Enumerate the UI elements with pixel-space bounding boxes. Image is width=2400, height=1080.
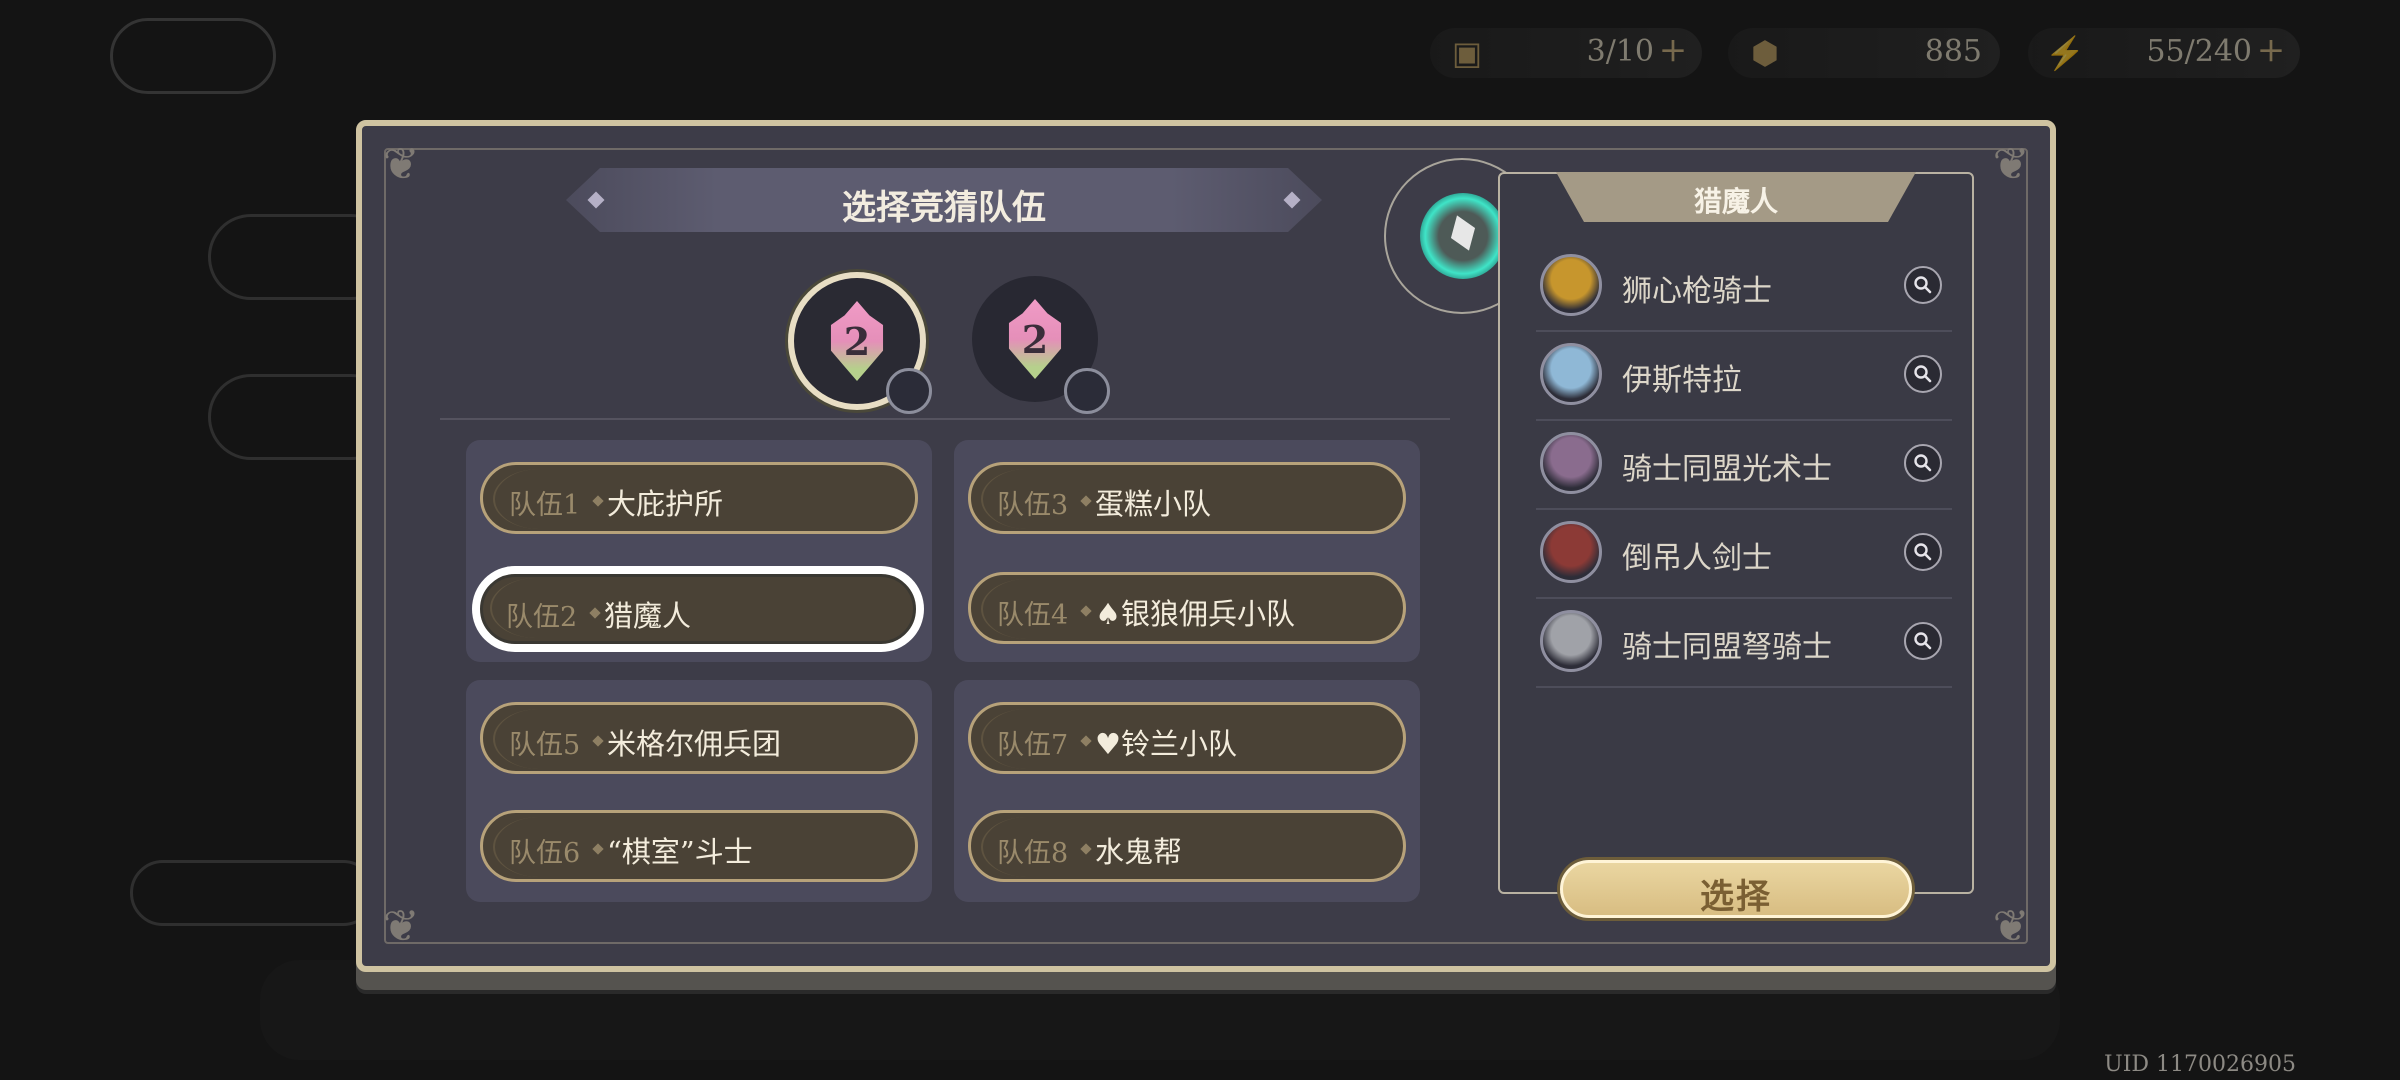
- title-ribbon: 选择竞猜队伍: [566, 168, 1322, 232]
- corner-ornament-icon: ❦: [1992, 139, 2030, 190]
- search-icon[interactable]: [1904, 533, 1942, 571]
- team-name: 大庇护所: [607, 487, 724, 521]
- badge-indicator-dot: [886, 368, 932, 414]
- badge-indicator-dot: [1064, 368, 1110, 414]
- background-title-ring: [110, 18, 276, 94]
- hero-name: 倒吊人剑士: [1622, 541, 1772, 576]
- resource-coins: ⬢ 885: [1728, 28, 2000, 78]
- team-option-5[interactable]: 队伍5 米格尔佣兵团: [480, 702, 918, 774]
- card-icon: ▣: [1451, 34, 1483, 72]
- hero-avatar: [1540, 432, 1602, 494]
- hero-avatar: [1540, 521, 1602, 583]
- hero-name: 狮心枪骑士: [1622, 274, 1772, 309]
- team-number: 队伍7: [997, 723, 1068, 762]
- team-option-4[interactable]: 队伍4 ♠银狼佣兵小队: [968, 572, 1406, 644]
- hero-avatar: [1540, 610, 1602, 672]
- team-name: 水鬼帮: [1095, 835, 1183, 869]
- hero-name: 伊斯特拉: [1622, 363, 1742, 398]
- team-number: 队伍6: [509, 831, 580, 870]
- hero-row[interactable]: 倒吊人剑士: [1536, 509, 1952, 599]
- resource-energy: ⚡ 55/240 +: [2028, 28, 2300, 78]
- coin-icon: ⬢: [1751, 34, 1779, 72]
- search-icon[interactable]: [1904, 266, 1942, 304]
- hero-name: 骑士同盟弩骑士: [1622, 630, 1832, 665]
- corner-ornament-icon: ❦: [1992, 901, 2030, 952]
- team-option-1[interactable]: 队伍1 大庇护所: [480, 462, 918, 534]
- user-id: UID 1170026905: [2104, 1052, 2296, 1077]
- team-number: 队伍2: [506, 595, 577, 634]
- search-icon[interactable]: [1904, 444, 1942, 482]
- section-divider: [440, 418, 1450, 420]
- team-option-8[interactable]: 队伍8 水鬼帮: [968, 810, 1406, 882]
- team-name: ♥铃兰小队: [1095, 727, 1237, 761]
- team-option-7[interactable]: 队伍7 ♥铃兰小队: [968, 702, 1406, 774]
- team-detail-header: 猎魔人: [1556, 172, 1916, 222]
- team-name: 蛋糕小队: [1095, 487, 1212, 521]
- badge-number: 2: [843, 318, 871, 364]
- search-icon[interactable]: [1904, 355, 1942, 393]
- rank-emblem-icon: 2: [1004, 299, 1066, 379]
- add-cards-button[interactable]: +: [1654, 31, 1692, 69]
- hero-row[interactable]: 骑士同盟光术士: [1536, 420, 1952, 510]
- resource-coins-value: 885: [1924, 34, 1982, 69]
- hero-row[interactable]: 伊斯特拉: [1536, 331, 1952, 421]
- hero-avatar: [1540, 254, 1602, 316]
- lightning-icon: ⚡: [2045, 34, 2085, 72]
- team-name: ♠银狼佣兵小队: [1095, 597, 1295, 631]
- team-detail-title: 猎魔人: [1693, 185, 1778, 218]
- team-number: 队伍1: [509, 483, 580, 522]
- select-button[interactable]: 选择: [1560, 860, 1912, 918]
- team-name: 米格尔佣兵团: [607, 727, 782, 761]
- corner-ornament-icon: ❦: [382, 901, 420, 952]
- team-option-3[interactable]: 队伍3 蛋糕小队: [968, 462, 1406, 534]
- rank-emblem-icon: 2: [826, 301, 888, 381]
- team-number: 队伍3: [997, 483, 1068, 522]
- hero-name: 骑士同盟光术士: [1622, 452, 1832, 487]
- background-pill: [130, 860, 376, 926]
- team-number: 队伍4: [997, 593, 1068, 632]
- team-name: “棋室”斗士: [607, 835, 753, 869]
- team-option-6[interactable]: 队伍6 “棋室”斗士: [480, 810, 918, 882]
- hero-row[interactable]: 狮心枪骑士: [1536, 242, 1952, 332]
- background-bottom-bar: [260, 960, 2060, 1060]
- team-number: 队伍5: [509, 723, 580, 762]
- corner-ornament-icon: ❦: [382, 139, 420, 190]
- select-button-label: 选择: [1700, 877, 1772, 917]
- team-name: 猎魔人: [604, 599, 692, 633]
- resource-energy-value: 55/240: [2146, 34, 2252, 69]
- hero-avatar: [1540, 343, 1602, 405]
- resource-cards: ▣ 3/10 +: [1430, 28, 1702, 78]
- team-option-2-selected[interactable]: 队伍2 猎魔人: [476, 570, 920, 648]
- resource-cards-value: 3/10: [1586, 34, 1654, 69]
- team-number: 队伍8: [997, 831, 1068, 870]
- add-energy-button[interactable]: +: [2252, 31, 2290, 69]
- badge-number: 2: [1021, 316, 1049, 362]
- search-icon[interactable]: [1904, 622, 1942, 660]
- hero-row[interactable]: 骑士同盟弩骑士: [1536, 598, 1952, 688]
- modal-title: 选择竞猜队伍: [842, 188, 1046, 228]
